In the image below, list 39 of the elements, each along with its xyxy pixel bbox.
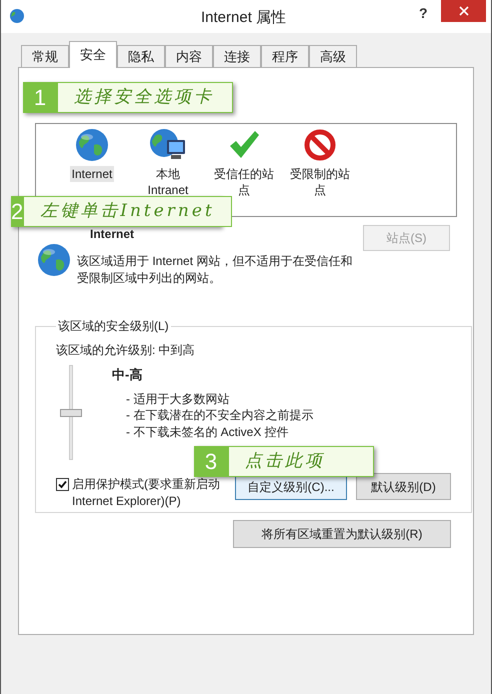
level-description: - 适用于大多数网站 [126,390,230,407]
tab[interactable]: 连接 [213,45,261,67]
step-number: 1 [23,82,57,113]
group-title: 该区域的安全级别(L) [57,318,170,335]
tab[interactable]: 常规 [21,45,69,67]
tab[interactable]: 安全 [69,41,117,68]
zone-name: Internet [90,226,136,243]
slider-thumb[interactable] [60,408,82,416]
tab[interactable]: 内容 [165,45,213,67]
globe-icon [9,8,25,24]
globe-icon [75,128,109,162]
zone-description: 该区域适用于 Internet 网站，但不适用于在受信任和受限制区域中列出的网站。 [77,253,354,287]
globe-icon [37,243,71,277]
default-level-button[interactable]: 默认级别(D) [356,473,451,500]
zone-item[interactable]: 受信任的站点 [206,128,282,198]
globe-computer-icon [149,128,187,162]
step-number: 3 [194,446,228,477]
protected-mode-checkbox[interactable]: 启用保护模式(要求重新启动 Internet Explorer)(P) [56,476,234,510]
callout-text: 点击此项 [228,446,374,477]
level-description: - 不下载未签名的 ActiveX 控件 [126,424,290,440]
reset-all-button[interactable]: 将所有区域重置为默认级别(R) [233,520,451,548]
allowed-levels: 该区域的允许级别: 中到高 [56,342,196,359]
step-number: 2 [11,196,24,227]
tab[interactable]: 程序 [261,45,309,67]
level-name: 中-高 [112,366,144,384]
help-button[interactable]: ? [419,3,428,24]
level-description: - 在下载潜在的不安全内容之前提示 [126,407,314,424]
close-button[interactable] [441,0,486,22]
prohibited-icon [303,128,337,162]
callout-text: 左键单击Internet [23,196,232,227]
close-icon [458,6,468,16]
zone-item[interactable]: 受限制的站点 [282,128,358,198]
window-title: Internet 属性 [201,8,286,28]
tab[interactable]: 高级 [309,45,357,67]
callout-text: 选择安全选项卡 [57,82,233,113]
check-icon [58,480,67,489]
security-slider[interactable] [60,365,82,460]
tab[interactable]: 隐私 [117,45,165,67]
zone-item[interactable]: Internet [54,128,130,182]
